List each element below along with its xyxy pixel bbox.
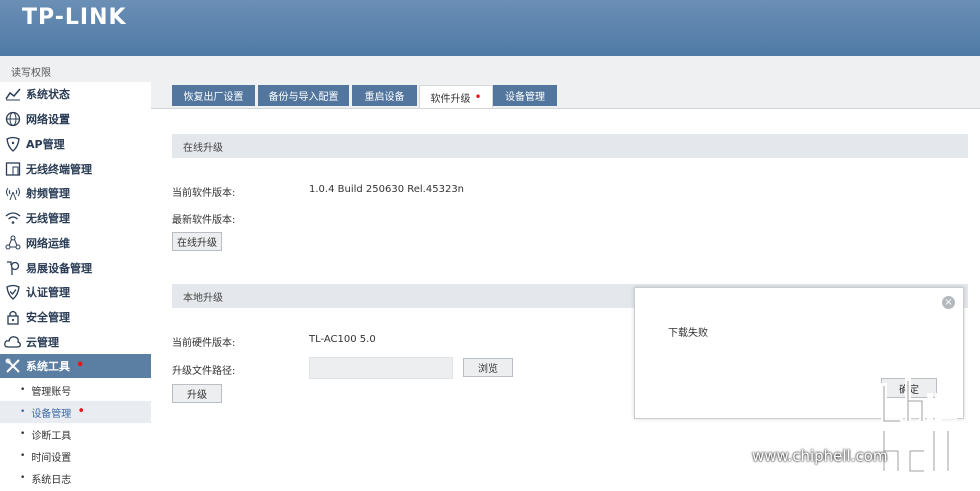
sidebar-item-label: 网络设置 xyxy=(26,113,70,126)
tools-icon xyxy=(2,357,24,375)
tab-factory-reset[interactable]: 恢复出厂设置 xyxy=(172,85,255,106)
tab-software-upgrade[interactable]: 软件升级 • xyxy=(419,85,493,108)
latest-version-label: 最新软件版本: xyxy=(172,215,236,226)
dialog-message: 下载失败 xyxy=(668,328,708,339)
close-icon[interactable]: × xyxy=(942,296,955,309)
cloud-icon xyxy=(2,333,24,351)
sidebar-item-ap-management[interactable]: AP管理 xyxy=(0,132,151,156)
sidebar-item-label: 无线管理 xyxy=(26,212,70,225)
sidebar-item-label: 系统状态 xyxy=(26,88,70,101)
globe-icon xyxy=(2,110,24,128)
hardware-version-value: TL-AC100 5.0 xyxy=(309,334,376,345)
alert-dot-icon: • xyxy=(77,404,85,419)
sidebar-item-security-management[interactable]: 安全管理 xyxy=(0,305,151,329)
device-icon xyxy=(2,160,24,178)
upgrade-file-path-input[interactable] xyxy=(309,357,453,379)
bullet-icon: • xyxy=(20,407,26,417)
sidebar-subitem-system-log[interactable]: • 系统日志 xyxy=(0,467,151,489)
alert-dot-icon: • xyxy=(76,358,85,373)
sidebar-subitem-device-management[interactable]: • 设备管理 • xyxy=(0,401,151,423)
sidebar-item-label: 系统工具 xyxy=(26,360,70,373)
sidebar-item-wireless-terminal[interactable]: 无线终端管理 xyxy=(0,157,151,181)
sidebar-item-easy-expand[interactable]: 易展设备管理 xyxy=(0,256,151,280)
bullet-icon: • xyxy=(20,429,26,439)
online-upgrade-button[interactable]: 在线升级 xyxy=(172,232,222,251)
online-upgrade-header: 在线升级 xyxy=(172,134,968,158)
sidebar-subitem-time-settings[interactable]: • 时间设置 xyxy=(0,445,151,467)
watermark-text: www.chiphell.com xyxy=(752,447,888,465)
sidebar-item-label: 无线终端管理 xyxy=(26,163,92,176)
current-version-value: 1.0.4 Build 250630 Rel.45323n xyxy=(309,184,465,195)
network-ops-icon xyxy=(2,234,24,252)
sidebar-item-rf-management[interactable]: 射频管理 xyxy=(0,181,151,205)
tab-reboot[interactable]: 重启设备 xyxy=(352,85,417,106)
sidebar-item-label: 射频管理 xyxy=(26,187,70,200)
sidebar-subitem-label: 设备管理 xyxy=(31,408,72,420)
auth-check-icon xyxy=(2,283,24,301)
sidebar-item-system-tools[interactable]: 系统工具 • xyxy=(0,354,151,378)
sidebar-item-label: 易展设备管理 xyxy=(26,262,92,275)
browse-button[interactable]: 浏览 xyxy=(463,358,513,377)
bullet-icon: • xyxy=(20,385,26,395)
sidebar-item-network-settings[interactable]: 网络设置 xyxy=(0,107,151,131)
permission-label: 读写权限 xyxy=(11,68,51,79)
lock-icon xyxy=(2,308,24,326)
bullet-icon: • xyxy=(20,451,26,461)
section-title: 在线升级 xyxy=(183,142,223,154)
sidebar-item-system-status[interactable]: 系统状态 xyxy=(0,82,151,106)
sidebar-subitem-diagnostics[interactable]: • 诊断工具 xyxy=(0,423,151,445)
bullet-icon: • xyxy=(20,473,26,483)
top-header: TP-LINK xyxy=(0,0,980,56)
tab-backup-import[interactable]: 备份与导入配置 xyxy=(258,85,349,106)
current-version-label: 当前软件版本: xyxy=(172,188,236,199)
hardware-version-label: 当前硬件版本: xyxy=(172,338,236,349)
sidebar-subitem-label: 诊断工具 xyxy=(31,430,72,442)
sidebar-item-network-ops[interactable]: 网络运维 xyxy=(0,231,151,255)
upgrade-path-label: 升级文件路径: xyxy=(172,366,236,377)
shield-ap-icon xyxy=(2,135,24,153)
sidebar-subitem-label: 管理账号 xyxy=(31,386,72,398)
sidebar-item-label: 安全管理 xyxy=(26,311,70,324)
sidebar-item-wireless-management[interactable]: 无线管理 xyxy=(0,206,151,230)
tp-link-logo: TP-LINK xyxy=(22,5,127,30)
sidebar-item-label: 网络运维 xyxy=(26,237,70,250)
chart-line-icon xyxy=(2,85,24,103)
wifi-icon xyxy=(2,209,24,227)
sidebar-subitem-label: 时间设置 xyxy=(31,452,72,464)
alert-dot-icon: • xyxy=(474,90,482,104)
upgrade-button[interactable]: 升级 xyxy=(172,384,222,403)
easy-expand-icon xyxy=(2,259,24,277)
sidebar-item-label: 认证管理 xyxy=(26,286,70,299)
sidebar-subitem-label: 系统日志 xyxy=(31,474,72,486)
chiphell-watermark-logo xyxy=(881,378,957,474)
permission-bar xyxy=(0,56,980,83)
radio-tower-icon xyxy=(2,184,24,202)
tab-device-management[interactable]: 设备管理 xyxy=(493,85,557,106)
sidebar-item-label: 云管理 xyxy=(26,336,59,349)
sidebar-item-label: AP管理 xyxy=(26,138,65,151)
sidebar-subitem-admin-account[interactable]: • 管理账号 xyxy=(0,379,151,401)
sidebar-item-auth-management[interactable]: 认证管理 xyxy=(0,280,151,304)
sidebar-item-cloud-management[interactable]: 云管理 xyxy=(0,330,151,354)
section-title: 本地升级 xyxy=(183,292,223,304)
tab-label: 软件升级 xyxy=(430,93,471,105)
